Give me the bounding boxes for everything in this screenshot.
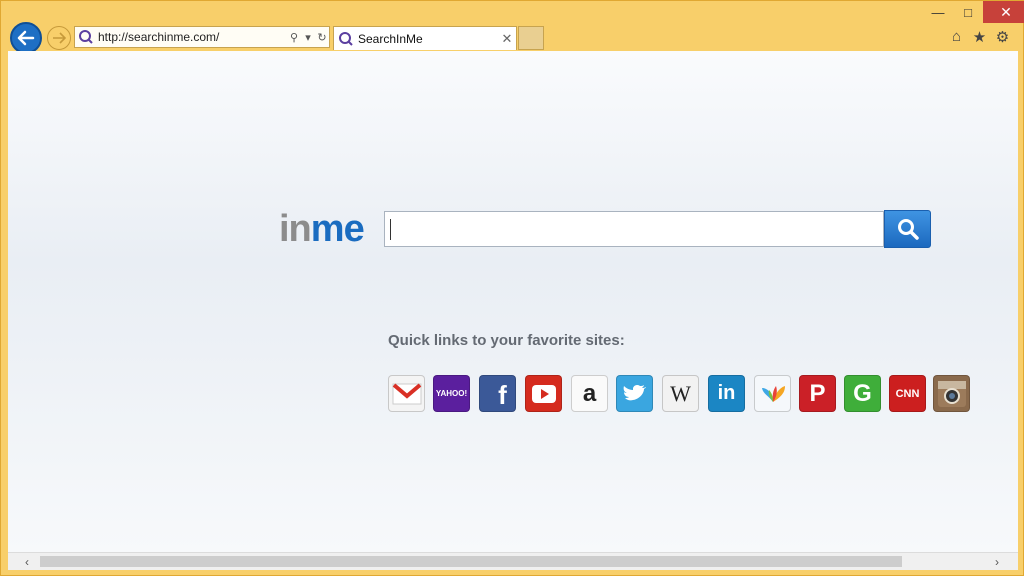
quick-link-linkedin[interactable]: in	[708, 375, 745, 412]
favorites-star-icon[interactable]: ★	[971, 28, 988, 46]
facebook-icon: f	[498, 380, 507, 410]
dropdown-icon[interactable]: ▾	[301, 31, 315, 44]
quick-link-msn[interactable]	[754, 375, 791, 412]
tab-searchinme[interactable]: SearchInMe ✕	[333, 26, 517, 50]
refresh-icon[interactable]: ↻	[315, 31, 329, 44]
browser-window: — □ ✕ http://searchinme.com/ ⚲ ▾ ↻ Searc…	[0, 0, 1024, 576]
pinterest-icon: P	[809, 379, 826, 407]
text-caret	[390, 219, 391, 240]
window-controls: — □ ✕	[923, 1, 1024, 23]
arrow-right-icon	[53, 32, 66, 44]
home-icon[interactable]: ⌂	[948, 28, 965, 45]
quick-link-grammarly[interactable]: G	[844, 375, 881, 412]
address-bar[interactable]: http://searchinme.com/ ⚲ ▾ ↻	[74, 26, 330, 48]
search-input[interactable]	[385, 212, 883, 246]
page-viewport: inme Quick links to your favorite sites:…	[8, 51, 1018, 552]
quick-link-pinterest[interactable]: P	[799, 375, 836, 412]
scroll-left-icon[interactable]: ‹	[18, 553, 36, 570]
quick-link-twitter[interactable]	[616, 375, 653, 412]
gmail-icon	[392, 382, 421, 404]
scrollbar-thumb[interactable]	[40, 556, 902, 567]
search-button[interactable]	[884, 210, 931, 248]
new-tab-button[interactable]	[518, 26, 544, 50]
yahoo-icon: YAHOO!	[435, 389, 468, 398]
logo-me: me	[310, 208, 365, 250]
address-url[interactable]: http://searchinme.com/	[94, 30, 287, 44]
browser-toolbar-right: ⌂ ★ ⚙	[948, 28, 1011, 46]
scroll-right-icon[interactable]: ›	[988, 553, 1006, 570]
quick-link-cnn[interactable]: CNN	[889, 375, 926, 412]
horizontal-scrollbar[interactable]: ‹ ›	[8, 552, 1018, 570]
search-box[interactable]	[384, 211, 884, 247]
tab-title: SearchInMe	[358, 31, 423, 46]
quick-link-youtube[interactable]	[525, 375, 562, 412]
tab-favicon-icon	[339, 31, 353, 46]
maximize-button[interactable]: □	[953, 1, 983, 23]
forward-button[interactable]	[47, 26, 71, 50]
back-button[interactable]	[10, 22, 42, 54]
search-icon[interactable]: ⚲	[287, 31, 301, 44]
quick-link-facebook[interactable]: f	[479, 375, 516, 412]
close-tab-icon[interactable]: ✕	[498, 31, 516, 47]
quick-link-instagram[interactable]	[933, 375, 970, 412]
twitter-bird-icon	[623, 384, 646, 400]
logo-in: in	[279, 208, 312, 250]
instagram-camera-icon	[937, 380, 966, 407]
arrow-left-icon	[17, 30, 35, 46]
quick-link-wikipedia[interactable]: W	[662, 375, 699, 412]
youtube-icon	[531, 384, 556, 403]
site-logo: inme	[279, 208, 365, 251]
settings-gear-icon[interactable]: ⚙	[994, 28, 1011, 46]
quick-link-amazon[interactable]: a	[571, 375, 608, 412]
amazon-icon: a	[582, 379, 597, 407]
cnn-icon: CNN	[895, 387, 920, 400]
site-favicon-icon	[79, 30, 93, 44]
close-button[interactable]: ✕	[983, 1, 1024, 23]
quick-link-gmail[interactable]	[388, 375, 425, 412]
minimize-button[interactable]: —	[923, 1, 953, 23]
quick-link-yahoo[interactable]: YAHOO!	[433, 375, 470, 412]
linkedin-icon: in	[717, 382, 736, 404]
quick-links-heading: Quick links to your favorite sites:	[388, 332, 625, 349]
wikipedia-icon: W	[670, 380, 691, 406]
msn-butterfly-icon	[761, 385, 785, 402]
grammarly-g-icon: G	[853, 379, 872, 407]
magnifier-icon	[897, 219, 919, 240]
